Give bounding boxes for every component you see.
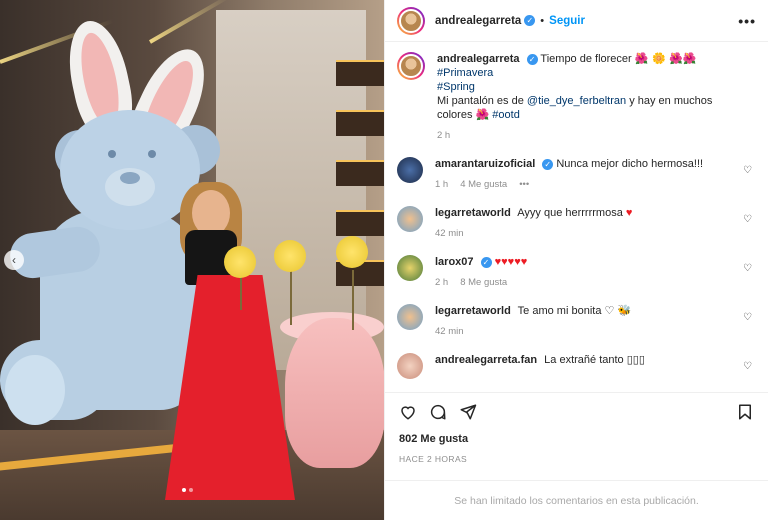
set-shelf (336, 210, 384, 236)
post-image[interactable]: ‹ (0, 0, 384, 520)
comment-time: 42 min (435, 228, 464, 239)
caption-text: Mi pantalón es de (437, 95, 524, 107)
bear-eye (148, 150, 156, 158)
flower-emoji: 🌺 (475, 108, 490, 121)
flower (274, 240, 306, 272)
comment-username[interactable]: amarantaruizoficial (435, 158, 535, 170)
comment-text: Nunca mejor dicho hermosa!!! (556, 158, 704, 170)
author-username[interactable]: andrealegarreta (435, 15, 521, 27)
comment-username[interactable]: larox07 (435, 256, 474, 268)
set-shelf (336, 110, 384, 136)
comment-time: 2 h (435, 277, 449, 288)
bear-eye (108, 150, 116, 158)
comment-like-icon[interactable]: ♡ (743, 312, 752, 323)
mention-link[interactable]: @tie_dye_ferbeltran (527, 95, 626, 107)
comment-more-icon[interactable]: ••• (519, 178, 529, 192)
flower (224, 246, 256, 278)
actions-bar: 802 Me gusta HACE 2 HORAS (385, 392, 768, 464)
flower-stem (352, 270, 354, 330)
carousel-dot (182, 488, 186, 492)
comments-list[interactable]: andrealegarreta ✓ Tiempo de florecer 🌺 🌼 … (385, 42, 768, 392)
commenter-avatar[interactable] (397, 206, 423, 232)
caption-time: 2 h (437, 130, 451, 141)
comment-time: 42 min (435, 326, 464, 337)
bookmark-icon[interactable] (736, 403, 754, 421)
comment-username[interactable]: legarretaworld (435, 305, 511, 317)
comment-like-icon[interactable]: ♡ (743, 263, 752, 274)
carousel-prev-button[interactable]: ‹ (4, 250, 24, 270)
post-header: andrealegarreta ✓ • Seguir ••• (385, 0, 768, 42)
commenter-avatar[interactable] (397, 353, 423, 379)
commenter-avatar[interactable] (397, 255, 423, 281)
comment-like-icon[interactable]: ♡ (743, 165, 752, 176)
author-avatar[interactable] (397, 52, 425, 80)
verified-icon: ✓ (526, 53, 538, 65)
hashtag-link[interactable]: #Spring (437, 81, 475, 93)
heart-bee-emoji: ♡ 🐝 (604, 304, 632, 317)
hashtag-link[interactable]: #Primavera (437, 67, 493, 79)
flower-emoji: 🌺 🌼 🌺🌺 (634, 52, 697, 65)
flower (336, 236, 368, 268)
comment-username[interactable]: andrealegarreta.fan (435, 354, 537, 366)
comment-item: andrealegarreta.fan La extrañé tanto ▯▯▯… (397, 353, 756, 379)
heart-icon[interactable] (399, 403, 417, 421)
comment-text: Ayyy que herrrrrmosa (517, 207, 623, 219)
carousel-dot (189, 488, 193, 492)
comment-time: 1 h (435, 179, 449, 190)
verified-icon: ✓ (524, 15, 536, 26)
author-avatar[interactable] (397, 6, 425, 35)
post-time: HACE 2 HORAS (399, 454, 468, 464)
bear-nose (120, 172, 140, 184)
comment-likes[interactable]: 8 Me gusta (460, 276, 507, 290)
hashtag-link[interactable]: #ootd (492, 109, 520, 121)
carousel-dots (182, 488, 193, 492)
share-icon[interactable] (459, 403, 477, 421)
comment-username[interactable]: legarretaworld (435, 207, 511, 219)
verified-icon: ✓ (480, 256, 492, 268)
flower-stem (290, 265, 292, 325)
heart-emoji: ♥ (625, 207, 633, 219)
verified-icon: ✓ (542, 158, 554, 170)
caption: andrealegarreta ✓ Tiempo de florecer 🌺 🌼 … (397, 52, 756, 143)
emoji-placeholder: ▯▯▯ (626, 354, 645, 366)
comment-like-icon[interactable]: ♡ (743, 214, 752, 225)
comment-item: larox07 ✓ ♥♥♥♥♥ 2 h 8 Me gusta ♡ (397, 255, 756, 290)
comment-icon[interactable] (429, 403, 447, 421)
follow-button[interactable]: Seguir (549, 15, 585, 27)
comment-text: Te amo mi bonita (517, 305, 602, 317)
caption-text: Tiempo de florecer (540, 53, 632, 65)
commenter-avatar[interactable] (397, 157, 423, 183)
bear-foot (5, 355, 65, 425)
caption-username[interactable]: andrealegarreta (437, 53, 520, 65)
post-panel: andrealegarreta ✓ • Seguir ••• andrealeg… (384, 0, 768, 520)
comment-item: amarantaruizoficial ✓ Nunca mejor dicho h… (397, 157, 756, 192)
comments-limited-notice: Se han limitado los comentarios en esta … (385, 480, 768, 520)
separator-dot: • (540, 14, 545, 27)
likes-count[interactable]: 802 Me gusta (399, 433, 754, 445)
comment-text: La extrañé tanto (544, 354, 624, 366)
instagram-post: ‹ andrealegarreta ✓ • Seguir ••• andreal… (0, 0, 768, 520)
comment-likes[interactable]: 4 Me gusta (460, 178, 507, 192)
set-shelf (336, 160, 384, 186)
comment-like-icon[interactable]: ♡ (743, 361, 752, 372)
flower-pot (285, 318, 384, 468)
heart-emoji: ♥♥♥♥♥ (494, 256, 528, 268)
comment-item: legarretaworld Te amo mi bonita ♡ 🐝 42 m… (397, 304, 756, 339)
set-shelf (336, 60, 384, 86)
more-options-icon[interactable]: ••• (738, 13, 756, 29)
comment-item: legarretaworld Ayyy que herrrrrmosa ♥ 42… (397, 206, 756, 241)
commenter-avatar[interactable] (397, 304, 423, 330)
